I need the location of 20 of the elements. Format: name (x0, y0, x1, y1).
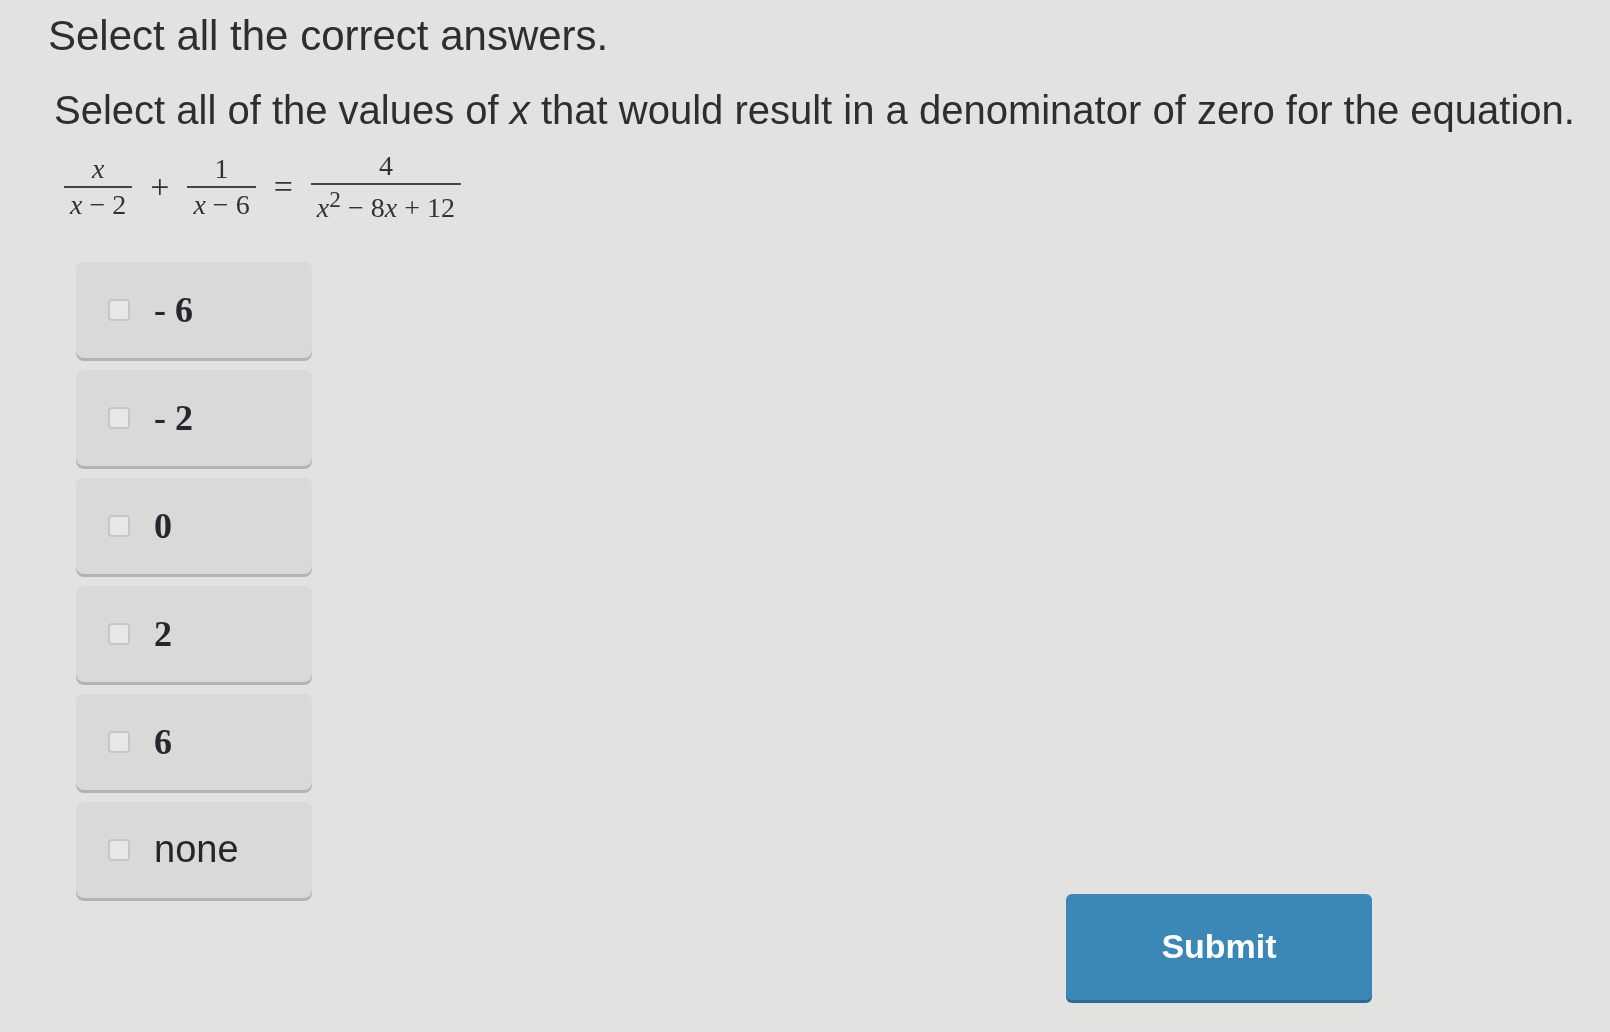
fraction: 4 x$^{2}$ − 8x + 12 (310, 151, 461, 224)
checkbox[interactable] (108, 406, 130, 429)
question-text: Select all of the values of x that would result in a denominator of zero for the equation. (54, 88, 1575, 133)
instruction-text: Select all the correct answers. (48, 12, 609, 60)
math-operator: = (273, 170, 293, 205)
math-operator: + (150, 170, 170, 205)
fraction: x x − 2 (64, 154, 133, 221)
checkbox[interactable] (108, 730, 130, 753)
submit-button[interactable]: Submit (1066, 893, 1372, 1000)
answer-option[interactable]: none (76, 801, 312, 898)
fraction: 1 x − 6 (187, 154, 256, 221)
checkbox[interactable] (108, 298, 130, 321)
checkbox[interactable] (108, 838, 130, 861)
answer-option[interactable]: 0 (76, 477, 312, 574)
answer-option[interactable]: - 6 (76, 261, 312, 358)
answer-option[interactable]: 2 (76, 585, 312, 682)
checkbox[interactable] (108, 622, 130, 645)
answer-option[interactable]: 6 (76, 693, 312, 790)
answer-option[interactable]: - 2 (76, 369, 312, 466)
checkbox[interactable] (108, 514, 130, 537)
